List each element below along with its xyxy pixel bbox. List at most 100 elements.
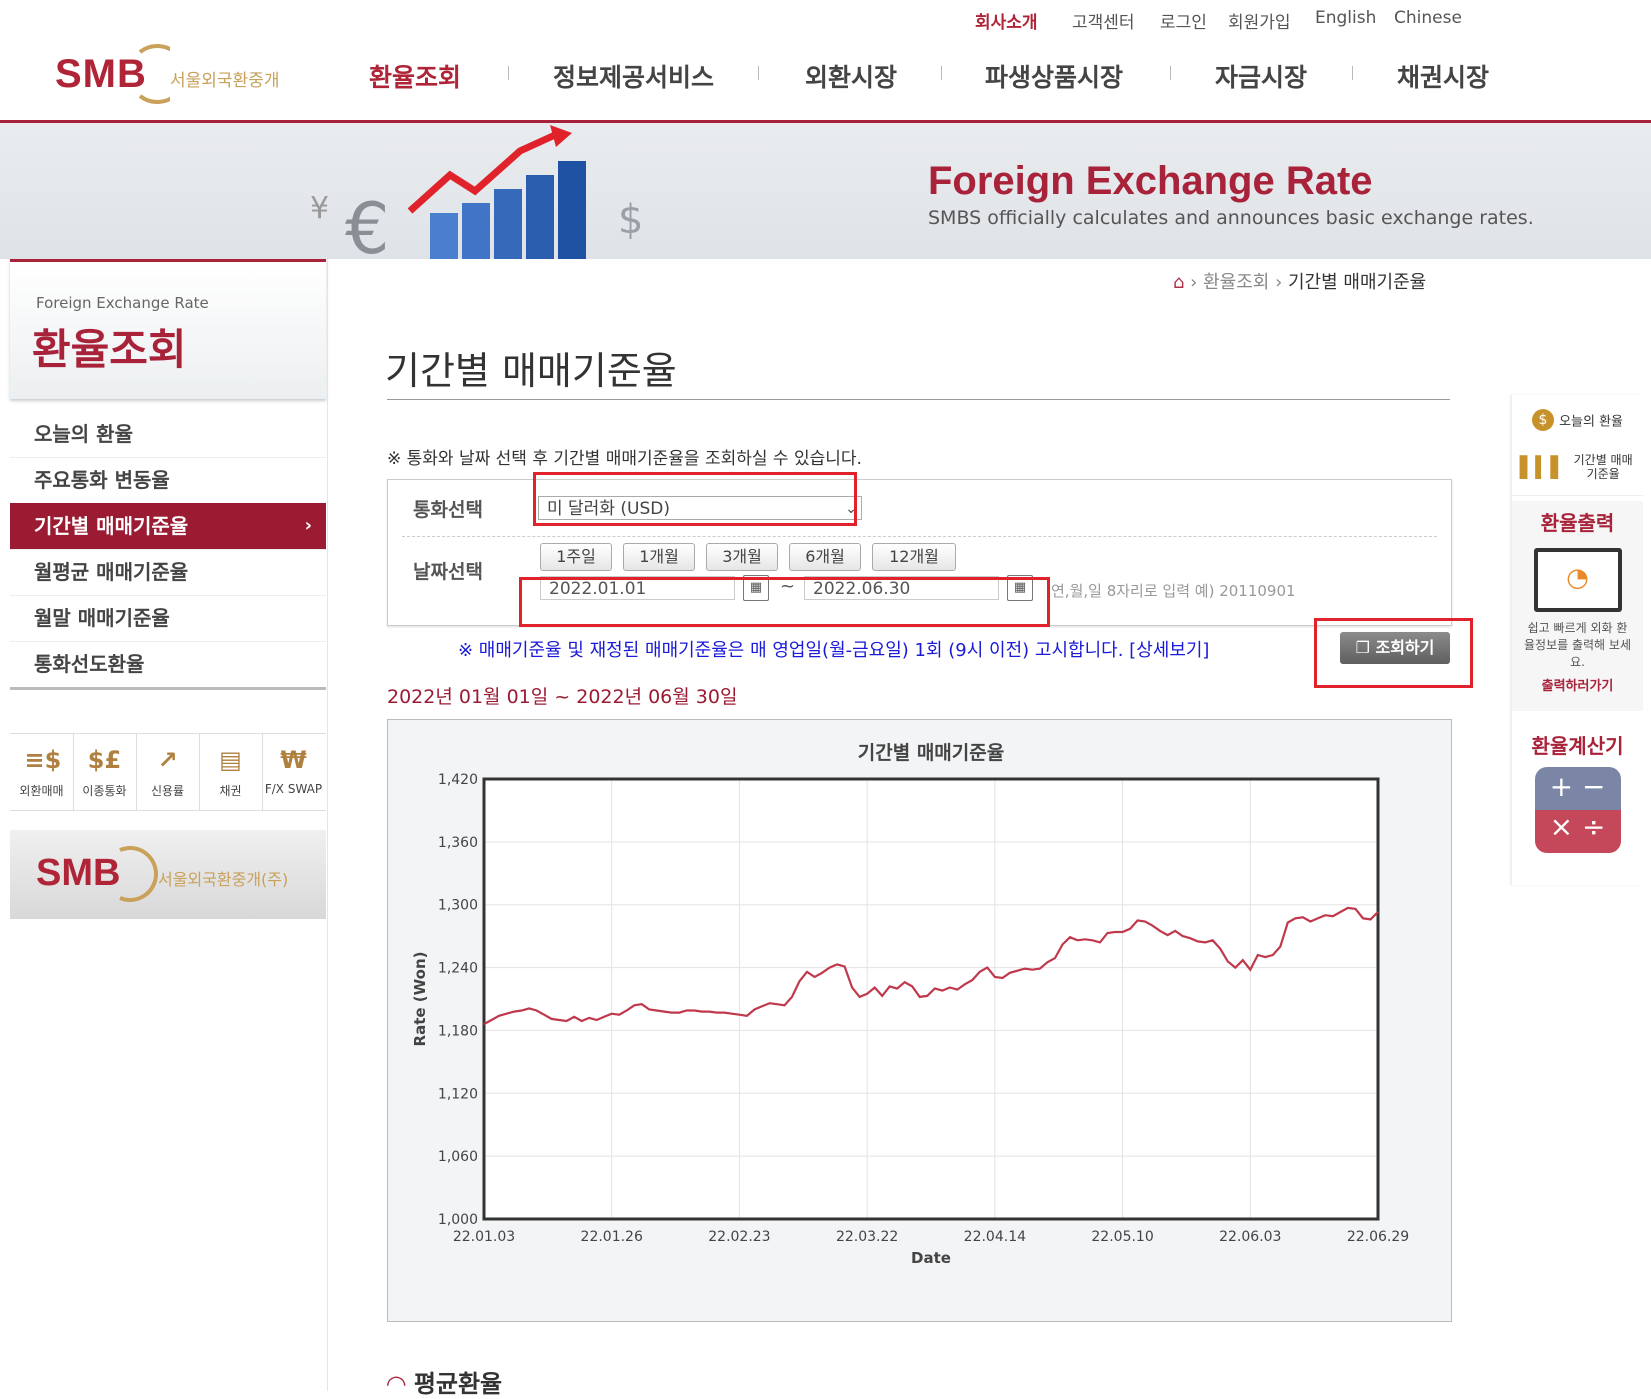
quick-period-rate[interactable]: ▌▍▌ 기간별 매매기준율 [1512,453,1643,496]
section-bullet-icon: ◠ [387,1370,414,1398]
print-promo[interactable]: 환율출력 ◔ 쉽고 빠르게 외화 환율정보를 출력해 보세요. 출력하러가기 [1512,501,1643,711]
quick-label: F/X SWAP [264,782,323,796]
y-tick-label: 1,120 [438,1086,478,1102]
document-icon: ❐ [1355,638,1376,657]
sidebar-item-month-end[interactable]: 월말 매매기준율 [10,595,326,642]
detail-link[interactable]: [상세보기] [1129,640,1209,661]
y-axis-label: Rate (Won) [411,952,429,1047]
y-tick-label: 1,300 [438,898,478,914]
logo-ring-icon [138,44,170,104]
usage-note: ※ 통화와 날짜 선택 후 기간별 매매기준율을 조회하실 수 있습니다. [387,449,862,469]
sidebar-item-forward-rate[interactable]: 통화선도환율 [10,641,326,690]
bar-chart-icon: ▌▍▌ [1519,455,1567,479]
date-format-hint: 연,월,일 8자리로 입력 예) 20110901 [1051,582,1296,600]
calculator-title: 환율계산기 [1531,734,1624,758]
chart-title: 기간별 매매기준율 [858,742,1004,764]
logo-ring-icon [119,846,158,902]
page-title: 기간별 매매기준율 [385,349,677,393]
search-button[interactable]: ❐ 조회하기 [1340,632,1450,664]
breadcrumb-item[interactable]: 환율조회 [1203,272,1269,293]
right-quick-panel: $ 오늘의 환율 ▌▍▌ 기간별 매매기준율 환율출력 ◔ 쉽고 빠르게 외화 … [1511,395,1643,885]
gnb-derivatives-market[interactable]: 파생상품시장 [985,58,1123,94]
period-12month-button[interactable]: 12개월 [872,543,956,571]
search-button-label: 조회하기 [1375,638,1435,657]
print-description: 쉽고 빠르게 외화 환율정보를 출력해 보세요. [1524,621,1631,669]
gnb-divider [508,66,509,80]
breadcrumb: ⌂ › 환율조회 › 기간별 매매기준율 [1173,268,1426,294]
gnb-divider [1352,66,1353,80]
top-link-chinese[interactable]: Chinese [1394,8,1462,28]
gnb-fx-market[interactable]: 외환시장 [805,58,897,94]
quick-credit-rate[interactable]: ↗ 신용률 [136,734,200,810]
sidebar-footer-logo[interactable]: SMB 서울외국환중개(주) [10,830,326,919]
quick-fx-trading[interactable]: ≡$ 외환매매 [10,734,74,810]
calculator-icon: + − × ÷ [1534,767,1621,853]
x-tick-label: 22.06.29 [1347,1229,1409,1245]
top-link-customer-center[interactable]: 고객센터 [1072,8,1135,33]
banner-title: Foreign Exchange Rate [928,159,1373,203]
document-icon: ▤ [219,746,242,774]
banner-subtitle: SMBS officially calculates and announces… [928,207,1534,229]
quick-today-rate[interactable]: $ 오늘의 환율 [1512,409,1643,445]
period-6month-button[interactable]: 6개월 [789,543,861,571]
breadcrumb-current: 기간별 매매기준율 [1288,272,1427,293]
date-label: 날짜선택 [413,561,483,583]
average-rate-heading: ◠ 평균환율 [387,1364,502,1399]
quick-menu: ≡$ 외환매매 $£ 이종통화 ↗ 신용률 ▤ 채권 ₩ F/X SWAP [10,733,326,811]
logo-subtitle: 서울외국환중개(주) [158,870,289,889]
quick-label: 기간별 매매기준율 [1573,453,1633,481]
gnb-bond-market[interactable]: 채권시장 [1397,58,1489,94]
gnb-info-service[interactable]: 정보제공서비스 [553,58,714,94]
sidebar-item-period-rate[interactable]: 기간별 매매기준율 › [10,503,326,550]
currency-exchange-icon: $£ [87,746,122,774]
y-tick-label: 1,180 [438,1023,478,1039]
breadcrumb-separator: › [1190,272,1204,293]
svg-text:¥: ¥ [310,191,329,226]
period-1month-button[interactable]: 1개월 [623,543,695,571]
quick-label: 이종통화 [82,784,127,798]
sidebar-header: Foreign Exchange Rate 환율조회 [10,259,326,399]
home-icon[interactable]: ⌂ [1173,272,1184,293]
logo-subtitle: 서울외국환중개 [170,71,280,91]
top-link-company[interactable]: 회사소개 [975,8,1038,33]
y-tick-label: 1,360 [438,835,478,851]
y-tick-label: 1,420 [438,772,478,788]
sidebar-divider [327,259,328,1391]
gnb-divider [1170,66,1171,80]
gnb-exchange-rate[interactable]: 환율조회 [369,58,461,94]
chevron-right-icon: › [304,515,312,536]
quick-label: 외환매매 [19,784,64,798]
sidebar-item-monthly-avg[interactable]: 월평균 매매기준율 [10,549,326,596]
quick-fx-swap[interactable]: ₩ F/X SWAP [262,734,325,810]
rate-line-chart: 1,000 1,060 1,120 1,180 1,240 1,300 1,360 1,420… [411,742,1409,1267]
rising-chart-illustration: ¥ € $ [310,125,643,259]
x-tick-label: 22.06.03 [1219,1229,1281,1245]
form-divider [402,536,1437,537]
quick-label: 오늘의 환율 [1559,414,1624,430]
svg-text:$: $ [618,197,643,243]
line-chart-icon: ↗ [157,746,178,774]
quick-bond[interactable]: ▤ 채권 [199,734,263,810]
sidebar-title: 환율조회 [32,325,187,374]
gnb-divider [941,66,942,80]
gnb-money-market[interactable]: 자금시장 [1215,58,1307,94]
top-link-signup[interactable]: 회원가입 [1228,8,1291,33]
quick-cross-currency[interactable]: $£ 이종통화 [73,734,137,810]
dollar-coin-icon: $ [1531,409,1554,431]
page-banner: ¥ € $ Foreign Exchange Rate SMBS officia… [0,123,1651,259]
top-link-login[interactable]: 로그인 [1160,8,1207,33]
x-tick-label: 22.03.22 [836,1229,898,1245]
print-link[interactable]: 출력하러가기 [1512,675,1643,694]
x-tick-label: 22.05.10 [1091,1229,1153,1245]
top-link-english[interactable]: English [1315,8,1376,28]
sidebar-item-major-currency[interactable]: 주요통화 변동율 [10,457,326,504]
period-1week-button[interactable]: 1주일 [540,543,612,571]
sidebar-item-label: 월말 매매기준율 [34,606,170,630]
currency-label: 통화선택 [413,499,483,521]
quick-label: 신용률 [150,784,185,798]
notice-body: ※ 매매기준율 및 재정된 매매기준율은 매 영업일(월-금요일) 1회 (9시… [458,640,1124,661]
period-3month-button[interactable]: 3개월 [706,543,778,571]
calculator-promo[interactable]: 환율계산기 + − × ÷ [1512,730,1643,870]
sidebar-item-today-rate[interactable]: 오늘의 환율 [10,411,326,458]
coin-stack-icon: ≡$ [24,746,62,774]
